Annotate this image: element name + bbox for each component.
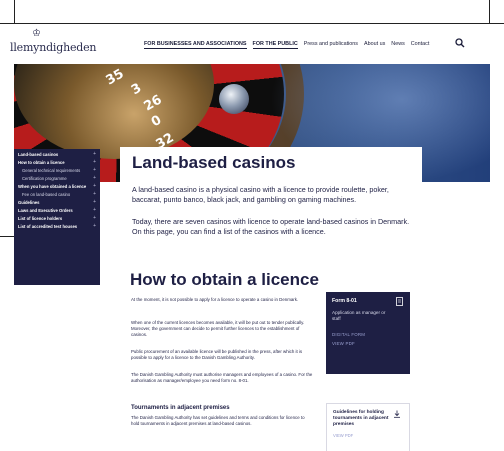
body-paragraph: At the moment, it is not possible to app… [131,297,299,302]
sidebar-item-laws[interactable]: Laws and Executive Orders + [14,207,100,214]
sidebar-item-label: Guidelines [18,200,40,205]
search-icon[interactable] [455,38,465,48]
plus-icon: + [93,167,96,173]
sidebar-item-licence-holders[interactable]: List of licence holders + [14,215,100,222]
sidebar-item-technical[interactable]: General technical requirements + [14,167,100,174]
site-header: ♔ llemyndigheden FOR BUSINESSES AND ASSO… [10,24,490,64]
plus-icon: + [93,215,96,221]
body-paragraph: The Danish Gambling Authority has set gu… [131,415,305,427]
frame-divider [489,0,490,24]
roulette-spindle [219,84,249,114]
sidebar-item-obtain[interactable]: How to obtain a licence + [14,159,100,166]
site-logo[interactable]: ♔ llemyndigheden [10,28,110,60]
subsection-heading: Tournaments in adjacent premises [131,405,230,411]
sidebar-item-label: General technical requirements [22,168,81,173]
body-paragraph: Public procurement of an available licen… [131,349,303,361]
guidelines-title: Guidelines for holding tournaments in ad… [333,410,389,428]
guidelines-card: Guidelines for holding tournaments in ad… [326,403,410,451]
plus-icon: + [93,191,96,197]
sidebar-item-label: Laws and Executive Orders [18,208,73,213]
lead-paragraph: A land-based casino is a physical casino… [132,185,389,204]
sidebar-item-guidelines[interactable]: Guidelines + [14,199,100,206]
plus-icon: + [93,175,96,181]
page-title: Land-based casinos [132,153,296,172]
form-subtitle: Application as manager or staff [332,310,386,321]
lead-paragraph: Today, there are seven casinos with lice… [132,217,410,236]
digital-form-link[interactable]: DIGITAL FORM [332,332,404,337]
sidebar-item-land-based[interactable]: Land-based casinos + [14,151,100,158]
form-card: Form 8-01 Application as manager or staf… [326,292,410,374]
main-nav: FOR BUSINESSES AND ASSOCIATIONS FOR THE … [144,41,429,49]
body-paragraph: When one of the current licences becomes… [131,320,305,338]
sidebar-item-label: Fee on land-based casino [22,192,71,197]
form-title: Form 8-01 [332,298,357,304]
main-content: Land-based casinos A land-based casino i… [120,147,422,451]
sidebar-item-label: Land-based casinos [18,152,59,157]
frame-divider [14,0,15,24]
plus-icon: + [93,183,96,189]
logo-text: llemyndigheden [10,41,97,54]
sidebar-nav: Land-based casinos + How to obtain a lice… [14,149,100,285]
plus-icon: + [93,151,96,157]
nav-public[interactable]: FOR THE PUBLIC [252,41,298,49]
section-heading: How to obtain a licence [130,270,319,289]
browser-frame [0,0,504,24]
page: ♔ llemyndigheden FOR BUSINESSES AND ASSO… [0,0,504,451]
sidebar-item-obtained[interactable]: When you have obtained a licence + [14,183,100,190]
guidelines-pdf-link[interactable]: VIEW PDF [333,433,403,438]
nav-contact[interactable]: Contact [411,41,430,49]
body-paragraph: The Danish Gambling Authority must autho… [131,372,313,384]
plus-icon: + [93,159,96,165]
sidebar-item-label: When you have obtained a licence [18,184,87,189]
view-pdf-link[interactable]: VIEW PDF [332,341,404,346]
plus-icon: + [93,223,96,229]
download-icon[interactable] [393,410,401,418]
plus-icon: + [93,199,96,205]
sidebar-item-label: How to obtain a licence [18,160,65,165]
sidebar-item-certification[interactable]: Certification programme + [14,175,100,182]
plus-icon: + [93,207,96,213]
sidebar-item-label: List of accredited test houses [18,224,78,229]
document-icon [396,297,403,306]
sidebar-item-fee[interactable]: Fee on land-based casino + [14,191,100,198]
nav-businesses[interactable]: FOR BUSINESSES AND ASSOCIATIONS [144,41,247,49]
nav-press[interactable]: Press and publications [304,41,358,49]
sidebar-item-test-houses[interactable]: List of accredited test houses + [14,223,100,230]
sidebar-item-label: Certification programme [22,176,67,181]
sidebar-item-label: List of licence holders [18,216,63,221]
nav-about[interactable]: About us [364,41,385,49]
crown-icon: ♔ [32,28,41,39]
nav-news[interactable]: News [391,41,404,49]
